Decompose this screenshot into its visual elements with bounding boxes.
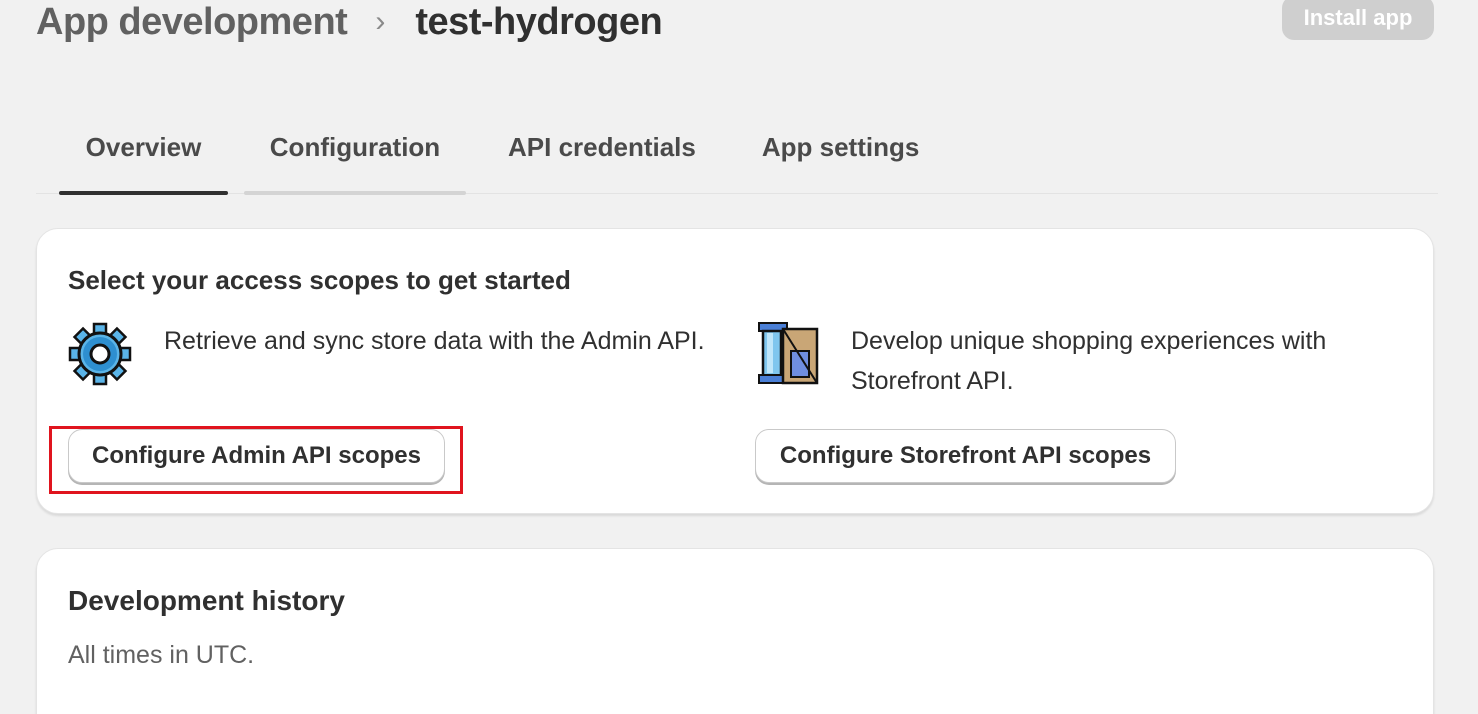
- admin-api-description: Retrieve and sync store data with the Ad…: [164, 327, 705, 355]
- development-history-title: Development history: [68, 585, 345, 616]
- tab-api-credentials[interactable]: API credentials: [484, 112, 720, 194]
- breadcrumb-chevron-icon: ›: [375, 5, 386, 38]
- tab-bar: Overview Configuration API credentials A…: [36, 112, 1438, 195]
- gear-icon: [68, 322, 132, 386]
- tab-overview[interactable]: Overview: [59, 112, 228, 195]
- page-title: test-hydrogen: [415, 1, 663, 43]
- tab-app-settings[interactable]: App settings: [738, 112, 943, 194]
- timezone-note: All times in UTC.: [68, 641, 255, 669]
- tab-active-indicator: [59, 191, 228, 195]
- breadcrumb-app-development[interactable]: App development: [36, 0, 348, 44]
- storefront-api-description: Develop unique shopping experiences with…: [851, 327, 1327, 395]
- install-app-button[interactable]: Install app: [1282, 0, 1434, 40]
- page-header: App development › test-hydrogen Install …: [36, 0, 1434, 44]
- tab-label: App settings: [761, 131, 920, 162]
- storefront-tools-icon: [758, 322, 819, 385]
- access-scopes-card: Select your access scopes to get started: [36, 228, 1434, 514]
- development-history-card: Development history All times in UTC.: [36, 548, 1434, 714]
- tab-label: API credentials: [508, 131, 696, 162]
- tab-hover-indicator: [244, 191, 466, 195]
- tab-configuration[interactable]: Configuration: [244, 112, 466, 195]
- access-scopes-title: Select your access scopes to get started: [68, 265, 571, 295]
- configure-storefront-api-scopes-button[interactable]: Configure Storefront API scopes: [755, 429, 1176, 483]
- app-overview-page: App development › test-hydrogen Install …: [0, 0, 1478, 714]
- tab-label: Overview: [85, 131, 202, 162]
- tab-label: Configuration: [269, 131, 441, 162]
- configure-admin-api-scopes-button[interactable]: Configure Admin API scopes: [68, 429, 445, 483]
